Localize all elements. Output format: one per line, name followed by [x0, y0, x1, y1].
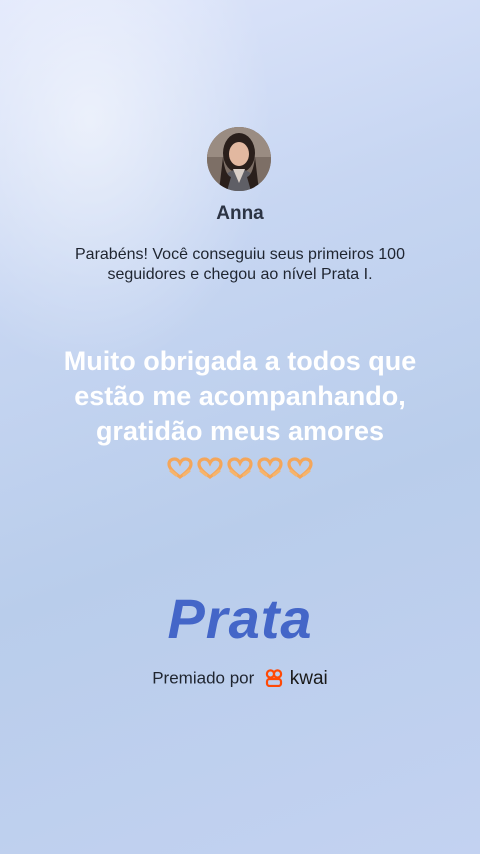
caption-text: Muito obrigada a todos que estão me acom…	[63, 346, 417, 446]
profile-name: Anna	[216, 203, 264, 224]
kwai-icon	[265, 669, 283, 687]
heart-hands-icon	[197, 457, 223, 480]
heart-hands-icon	[287, 457, 313, 480]
post-caption: Muito obrigada a todos que estão me acom…	[50, 344, 430, 485]
brand-name: kwai	[289, 668, 328, 689]
heart-hands-icon	[227, 457, 253, 480]
heart-hands-icon	[167, 457, 193, 480]
level-title: Prata	[167, 587, 313, 650]
achievement-message: Parabéns! Você conseguiu seus primeiros …	[75, 246, 405, 283]
heart-hands-icon	[257, 457, 283, 480]
heart-hands-emojis	[165, 450, 315, 485]
kwai-logo: kwai	[259, 668, 328, 690]
awarded-by-label: Premiado por	[152, 668, 255, 688]
avatar[interactable]	[207, 127, 271, 191]
awarded-by: Premiado por kwai	[0, 668, 480, 690]
